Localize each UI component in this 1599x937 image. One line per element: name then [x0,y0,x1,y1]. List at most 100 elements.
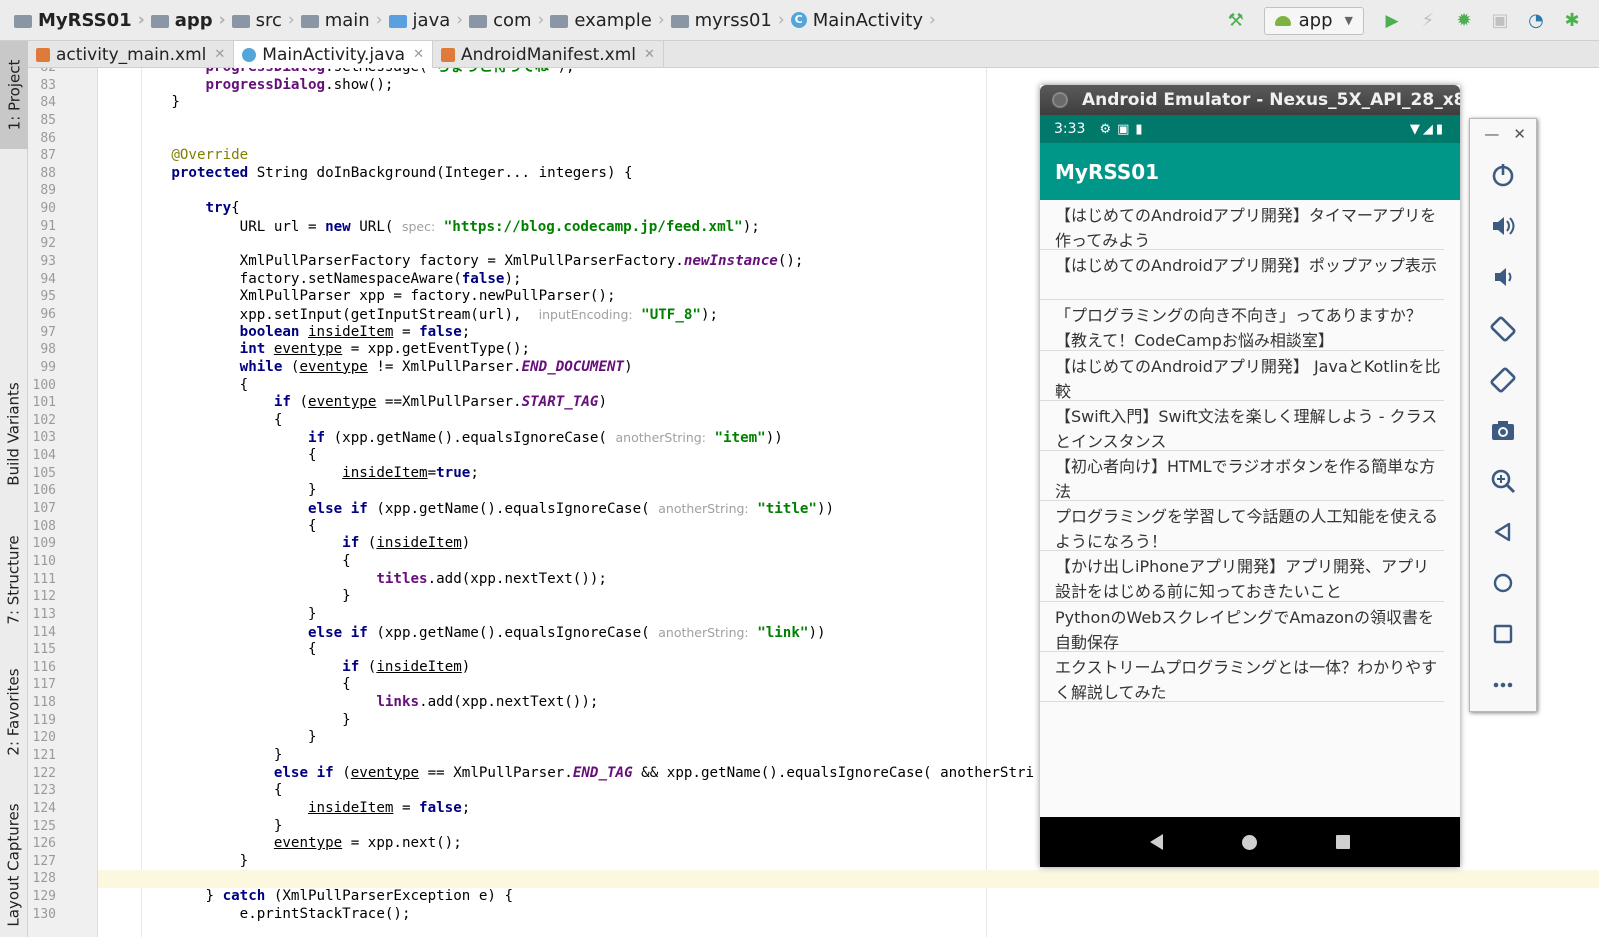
line-number: 83 [40,77,56,93]
breadcrumb-myrss01[interactable]: myrss01 › [670,0,791,41]
build-hammer-icon[interactable]: ⚒ [1223,8,1249,34]
line-number: 105 [32,465,56,481]
tab-activity-main-xml[interactable]: activity_main.xml ✕ [28,41,235,68]
module-folder-icon [150,14,169,28]
rss-list-item[interactable]: エクストリームプログラミングとは一体？わかりやすく解説してみた [1040,652,1444,702]
rss-list-item[interactable]: 【かけ出しiPhoneアプリ開発】アプリ開発、アプリ設計をはじめる前に知っておき… [1040,551,1444,602]
breadcrumb-project[interactable]: MyRSS01 › [14,0,151,41]
attach-debugger-icon[interactable]: ▣ [1487,8,1513,34]
code-text: } [103,605,317,622]
zoom-icon [1491,469,1516,493]
tool-tab-project[interactable]: 1: Project [0,41,28,149]
zoom-button[interactable] [1470,455,1536,506]
rss-list-item[interactable]: PythonのWebスクレイピングでAmazonの領収書を自動保存 [1040,602,1444,652]
run-configuration-select[interactable]: app ▼ [1263,6,1364,35]
rotate-left-button[interactable] [1470,302,1536,353]
breadcrumb-example[interactable]: example › [550,0,670,41]
rss-list-item[interactable]: 【はじめてのAndroidアプリ開発】タイマーアプリを作ってみよう [1040,200,1444,251]
code-line[interactable]: 128 [33,870,1599,889]
tool-tab-structure[interactable]: 7: Structure [0,519,28,641]
nav-back-icon[interactable] [1149,834,1163,850]
code-line[interactable]: 130 e.printStackTrace(); [33,906,1599,924]
line-number: 115 [32,642,56,658]
power-button[interactable] [1470,149,1536,200]
tab-mainactivity-java[interactable]: MainActivity.java ✕ [234,41,433,68]
rotate-right-button[interactable] [1470,353,1536,404]
nav-home-icon[interactable] [1241,834,1257,850]
breadcrumb-mainactivity[interactable]: C MainActivity › [790,0,942,41]
rss-list-item[interactable]: 「プログラミングの向き不向き」ってありますか？【教えて！CodeCampお悩み相… [1040,300,1444,351]
rss-list-item[interactable]: 【はじめてのAndroidアプリ開発】ポップアップ表示 [1040,250,1444,301]
tool-tab-layout-captures[interactable]: Layout Captures [0,793,28,937]
breadcrumb-com[interactable]: com › [469,0,550,41]
line-number: 102 [32,412,56,428]
code-text: if (insideItem) [342,658,471,675]
line-number: 86 [40,130,56,146]
android-icon [1274,15,1291,26]
status-time: 3:33 [1054,121,1086,137]
camera-button[interactable] [1470,404,1536,455]
tab-androidmanifest-xml[interactable]: AndroidManifest.xml ✕ [433,41,664,68]
app-title: MyRSS01 [1055,159,1160,184]
power-icon [1492,163,1514,186]
close-icon[interactable]: ✕ [1513,125,1526,143]
line-number: 99 [40,359,56,375]
volume-down-button[interactable] [1470,251,1536,302]
more-button[interactable] [1470,659,1536,710]
code-text: if (insideItem) [342,535,471,552]
code-line[interactable]: 129 } catch (XmlPullParserException e) { [33,888,1599,906]
home-button[interactable] [1470,557,1536,608]
breadcrumb-main[interactable]: main › [300,0,389,41]
package-icon [469,14,488,28]
breadcrumb-app[interactable]: app › [150,0,232,41]
code-line[interactable]: 82 progressDialog.setMessage("ちょっと待ってね")… [40,68,1599,77]
back-button[interactable] [1470,506,1536,557]
line-number: 95 [40,289,56,305]
line-number: 82 [28,68,56,77]
project-folder-icon [14,14,32,28]
minimize-icon[interactable]: — [1484,125,1499,143]
breadcrumb-src[interactable]: src › [231,0,301,41]
code-text: insideItem=true; [342,464,479,481]
line-number: 128 [32,871,56,887]
line-number: 101 [32,395,56,411]
folder-icon [300,14,319,28]
navigation-bar: MyRSS01 › app › src › main › java › com › exam… [0,0,1599,41]
emulator-title-bar[interactable]: Android Emulator - Nexus_5X_API_28_x86 [1040,85,1460,115]
code-text: links.add(xpp.nextText()); [376,694,599,711]
rss-list-item[interactable]: プログラミングを学習して今話題の人工知能を使えるようになろう！ [1040,501,1444,552]
tool-tab-favorites[interactable]: 2: Favorites [0,653,28,771]
nav-recents-icon[interactable] [1336,835,1351,849]
profiler-icon[interactable]: ◔ [1523,8,1549,34]
line-number: 97 [40,324,56,340]
camera-icon [1492,420,1514,440]
rss-list[interactable]: 【はじめてのAndroidアプリ開発】タイマーアプリを作ってみよう 【はじめてのA… [1040,200,1460,817]
rss-list-item[interactable]: 【Swift入門】Swift文法を楽しく理解しよう - クラスとインスタンス [1040,401,1444,451]
run-icon[interactable]: ▶ [1379,8,1405,34]
window-close-icon[interactable] [1052,92,1068,108]
volume-up-button[interactable] [1470,200,1536,251]
code-text: try{ [205,200,240,217]
tool-tab-build-variants[interactable]: Build Variants [0,367,28,501]
close-tab-icon[interactable]: ✕ [214,47,225,62]
debug-icon[interactable]: ✹ [1451,8,1477,34]
rss-list-item[interactable]: 【はじめてのAndroidアプリ開発】 JavaとKotlinを比較 [1040,351,1444,401]
code-text: else if (xpp.getName().equalsIgnoreCase(… [308,501,835,518]
line-number: 92 [40,236,56,252]
code-text: } [103,852,249,869]
attach-process-icon[interactable]: ✱ [1559,8,1585,34]
volume-up-icon [1493,216,1515,235]
line-number: 84 [40,95,56,111]
code-text: } catch (XmlPullParserException e) { [103,888,514,905]
close-tab-icon[interactable]: ✕ [644,47,655,62]
overview-button[interactable] [1470,608,1536,659]
rss-list-item[interactable]: 【初心者向け】HTMLでラジオボタンを作る簡単な方法 [1040,451,1444,502]
code-text: insideItem = false; [308,799,471,816]
line-number: 123 [32,783,56,799]
close-tab-icon[interactable]: ✕ [413,47,424,62]
code-text: } [103,482,317,499]
apply-changes-icon[interactable]: ⚡ [1415,8,1441,34]
line-number: 89 [40,183,56,199]
breadcrumb-java[interactable]: java › [388,0,470,41]
source-folder-icon [388,14,407,28]
